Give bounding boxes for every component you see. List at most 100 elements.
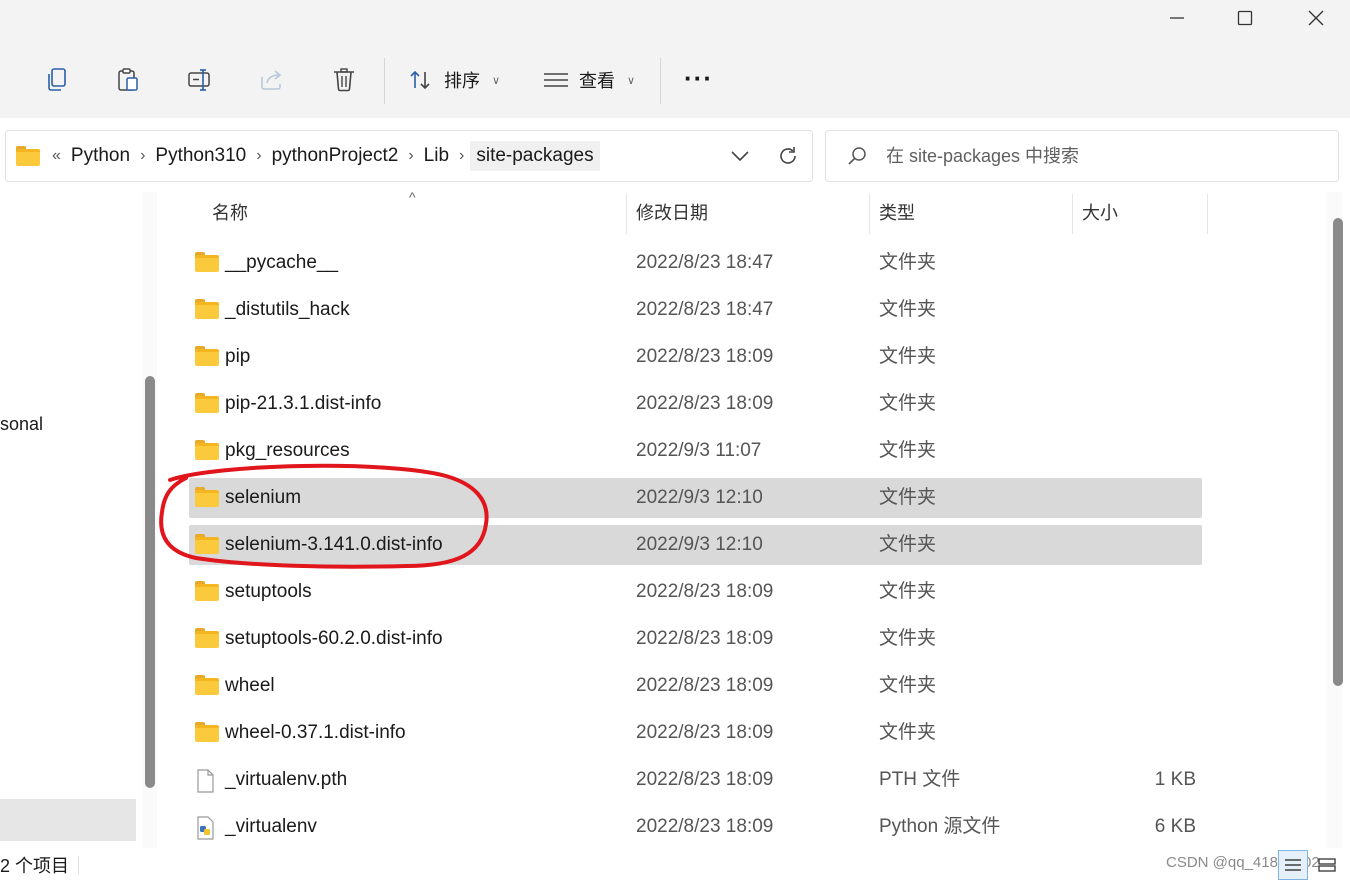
chevron-down-icon: ∨: [627, 74, 636, 87]
toolbar-separator: [660, 58, 661, 104]
close-button[interactable]: [1281, 0, 1350, 36]
folder-icon: [195, 252, 219, 274]
sort-button[interactable]: 排序 ∨: [408, 60, 500, 100]
file-row[interactable]: _virtualenv 2022/8/23 18:09 Python 源文件 6 KB: [189, 807, 1202, 847]
file-row[interactable]: pip-21.3.1.dist-info 2022/8/23 18:09 文件夹: [189, 384, 1202, 424]
chevron-right-icon[interactable]: ›: [453, 147, 470, 165]
nav-item-label[interactable]: sonal: [0, 414, 43, 435]
breadcrumb-item-current[interactable]: site-packages: [470, 141, 600, 171]
file-list-scrollbar-thumb[interactable]: [1333, 218, 1343, 686]
breadcrumb-item[interactable]: Lib: [420, 145, 453, 167]
minimize-button[interactable]: [1142, 0, 1212, 36]
file-size: 1 KB: [1154, 769, 1196, 790]
file-type: 文件夹: [879, 581, 937, 602]
details-view-icon: [1285, 859, 1301, 871]
file-row[interactable]: __pycache__ 2022/8/23 18:47 文件夹: [189, 243, 1202, 283]
sort-ascending-icon: ^: [409, 189, 416, 205]
file-icon: [195, 769, 219, 793]
paste-button[interactable]: [106, 60, 150, 100]
maximize-button[interactable]: [1210, 0, 1280, 36]
column-divider[interactable]: [1207, 194, 1208, 234]
nav-item-selected[interactable]: [0, 799, 136, 841]
paste-icon: [118, 68, 138, 91]
folder-icon: [16, 146, 40, 166]
search-box[interactable]: 在 site-packages 中搜索: [825, 130, 1339, 182]
file-type: 文件夹: [879, 534, 937, 555]
overflow-crumbs-icon[interactable]: «: [52, 147, 67, 165]
file-date: 2022/8/23 18:09: [636, 346, 774, 367]
file-type: 文件夹: [879, 299, 937, 320]
file-date: 2022/9/3 11:07: [636, 440, 762, 461]
title-and-toolbar-band: 排序 ∨ 查看 ∨ ···: [0, 0, 1350, 118]
address-bar[interactable]: « Python › Python310 › pythonProject2 › …: [5, 130, 813, 182]
file-row[interactable]: _virtualenv.pth 2022/8/23 18:09 PTH 文件 1 KB: [189, 760, 1202, 800]
file-name: pkg_resources: [225, 440, 350, 461]
tiles-view-button[interactable]: [1312, 850, 1342, 880]
breadcrumb: « Python › Python310 › pythonProject2 › …: [16, 131, 600, 181]
file-name: _virtualenv: [225, 816, 317, 837]
view-button[interactable]: 查看 ∨: [543, 60, 635, 100]
file-name: wheel-0.37.1.dist-info: [225, 722, 406, 743]
folder-icon: [195, 393, 219, 415]
folder-icon: [195, 299, 219, 321]
file-row[interactable]: pkg_resources 2022/9/3 11:07 文件夹: [189, 431, 1202, 471]
address-history-button[interactable]: [726, 143, 754, 169]
file-row-selected[interactable]: selenium 2022/9/3 12:10 文件夹: [189, 478, 1202, 518]
file-type: 文件夹: [879, 722, 937, 743]
column-divider[interactable]: [626, 194, 627, 234]
file-type: 文件夹: [879, 440, 937, 461]
file-date: 2022/8/23 18:09: [636, 675, 774, 696]
chevron-down-icon: [731, 151, 749, 162]
file-name: pip-21.3.1.dist-info: [225, 393, 382, 414]
delete-icon: [334, 68, 354, 92]
breadcrumb-item[interactable]: Python: [67, 145, 134, 167]
copy-button[interactable]: [35, 60, 79, 100]
file-row[interactable]: setuptools-60.2.0.dist-info 2022/8/23 18:…: [189, 619, 1202, 659]
folder-icon: [195, 628, 219, 650]
folder-icon: [195, 722, 219, 744]
column-header-size[interactable]: 大小: [1082, 192, 1118, 234]
file-date: 2022/9/3 12:10: [636, 487, 763, 508]
folder-icon: [195, 440, 219, 462]
nav-scrollbar-thumb[interactable]: [145, 376, 155, 788]
column-header-type[interactable]: 类型: [879, 192, 915, 234]
file-date: 2022/8/23 18:09: [636, 393, 774, 414]
file-name: selenium: [225, 487, 302, 508]
column-divider[interactable]: [1072, 194, 1073, 234]
column-divider[interactable]: [869, 194, 870, 234]
file-row[interactable]: wheel-0.37.1.dist-info 2022/8/23 18:09 文件夹: [189, 713, 1202, 753]
search-placeholder: 在 site-packages 中搜索: [886, 146, 1080, 166]
file-name: _virtualenv.pth: [225, 769, 348, 790]
navigation-pane: sonal: [0, 192, 160, 848]
more-options-button[interactable]: ···: [684, 63, 713, 93]
chevron-right-icon[interactable]: ›: [134, 147, 151, 165]
share-button[interactable]: [250, 60, 294, 100]
breadcrumb-item[interactable]: pythonProject2: [268, 145, 403, 167]
column-header-date[interactable]: 修改日期: [636, 192, 708, 234]
file-row[interactable]: pip 2022/8/23 18:09 文件夹: [189, 337, 1202, 377]
sort-icon: [410, 70, 430, 90]
breadcrumb-item[interactable]: Python310: [151, 145, 250, 167]
file-type: 文件夹: [879, 487, 937, 508]
chevron-right-icon[interactable]: ›: [250, 147, 267, 165]
file-row[interactable]: setuptools 2022/8/23 18:09 文件夹: [189, 572, 1202, 612]
details-view-button[interactable]: [1278, 850, 1308, 880]
file-type: 文件夹: [879, 252, 937, 273]
refresh-button[interactable]: [774, 143, 802, 169]
folder-icon: [195, 487, 219, 509]
close-icon: [1308, 10, 1324, 26]
file-row[interactable]: _distutils_hack 2022/8/23 18:47 文件夹: [189, 290, 1202, 330]
delete-button[interactable]: [322, 60, 366, 100]
file-date: 2022/8/23 18:09: [636, 581, 774, 602]
toolbar-separator: [384, 58, 385, 104]
file-size: 6 KB: [1154, 816, 1196, 837]
rename-button[interactable]: [178, 60, 222, 100]
chevron-right-icon[interactable]: ›: [402, 147, 419, 165]
file-row-selected[interactable]: selenium-3.141.0.dist-info 2022/9/3 12:10…: [189, 525, 1202, 565]
file-date: 2022/8/23 18:09: [636, 816, 774, 837]
column-header-name[interactable]: 名称: [212, 192, 248, 234]
command-bar: 排序 ∨ 查看 ∨ ···: [0, 52, 760, 110]
file-name: selenium-3.141.0.dist-info: [225, 534, 443, 555]
file-row[interactable]: wheel 2022/8/23 18:09 文件夹: [189, 666, 1202, 706]
more-icon: ···: [684, 63, 713, 93]
